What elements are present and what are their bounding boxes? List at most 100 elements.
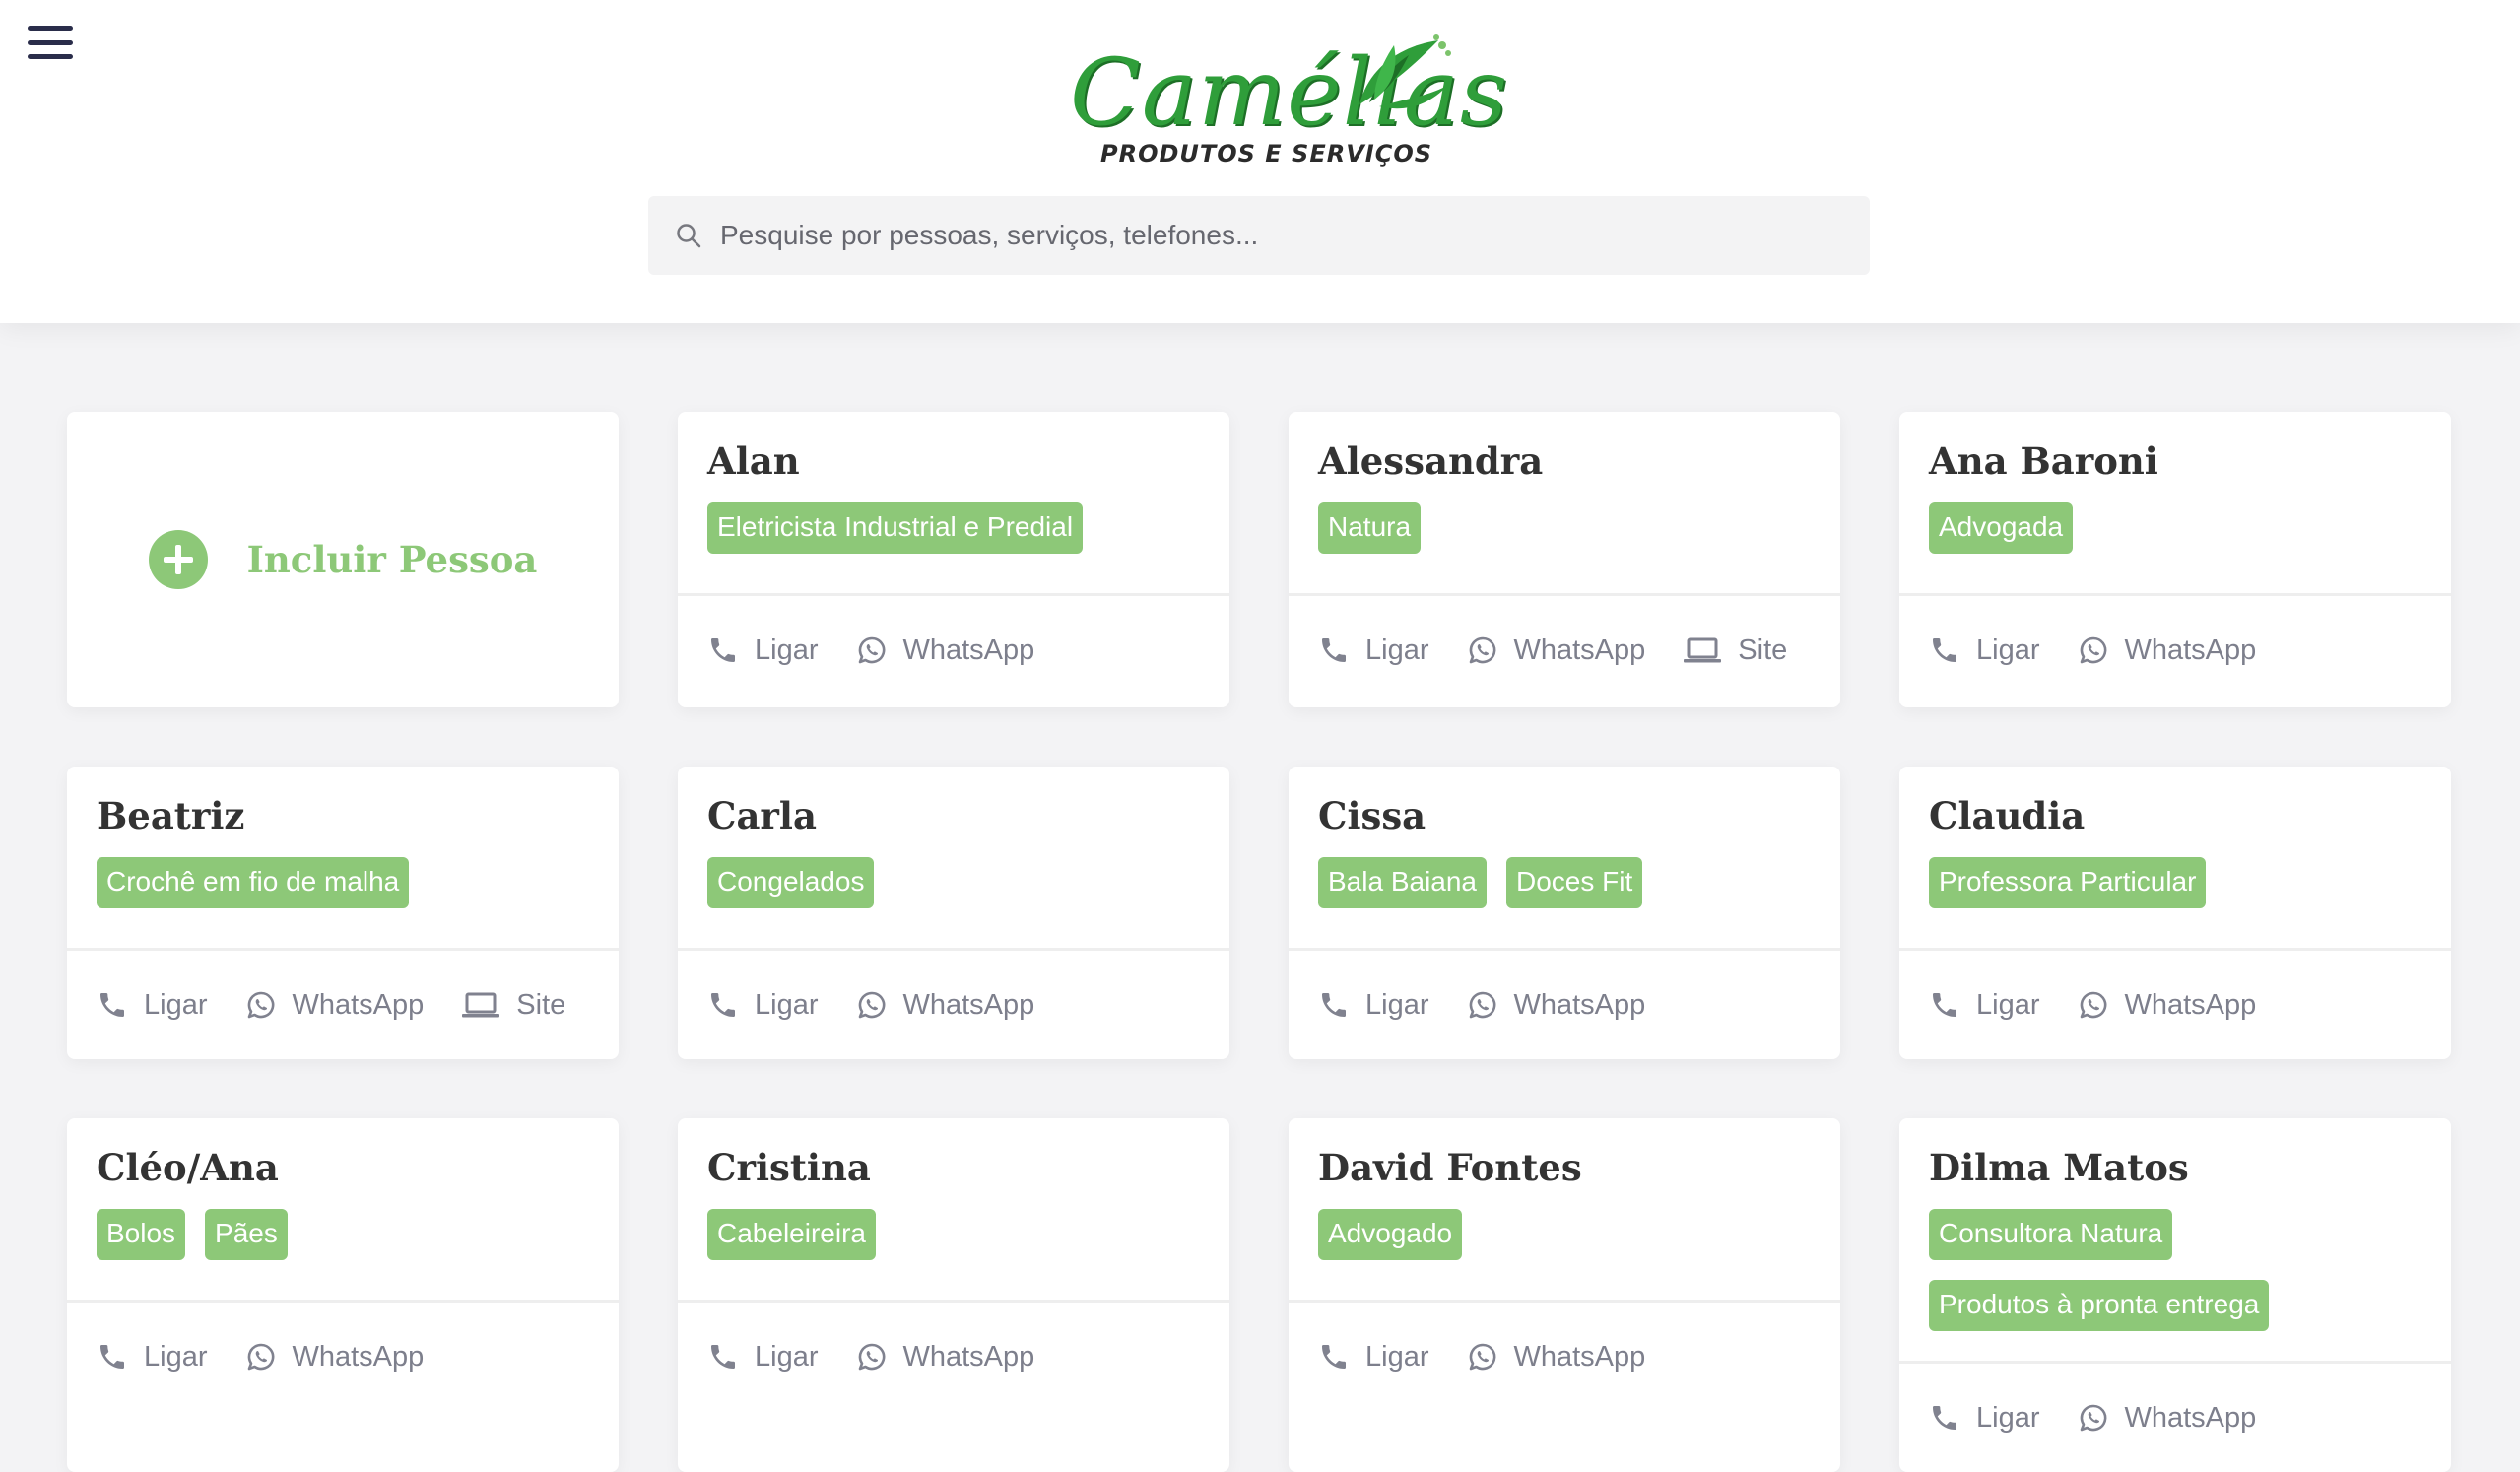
call-label: Ligar xyxy=(144,988,208,1021)
person-card[interactable]: Cissa Bala Baiana Doces Fit Ligar WhatsAp… xyxy=(1289,767,1840,1059)
whatsapp-button[interactable]: WhatsApp xyxy=(2078,988,2257,1022)
whatsapp-icon xyxy=(2080,636,2106,664)
phone-icon xyxy=(711,638,735,662)
service-tag: Natura xyxy=(1318,502,1422,554)
call-label: Ligar xyxy=(1976,988,2040,1021)
card-actions: Ligar WhatsApp xyxy=(1289,1300,1840,1411)
call-button[interactable]: Ligar xyxy=(707,989,819,1022)
service-tag: Professora Particular xyxy=(1929,857,2207,908)
service-tag: Consultora Natura xyxy=(1929,1209,2173,1260)
card-actions: Ligar WhatsApp Site xyxy=(67,948,619,1059)
whatsapp-label: WhatsApp xyxy=(292,1340,425,1372)
person-name: Ana Baroni xyxy=(1929,439,2158,483)
whatsapp-label: WhatsApp xyxy=(2124,988,2257,1021)
search-input[interactable] xyxy=(720,196,1843,275)
service-tag: Bolos xyxy=(97,1209,186,1260)
card-actions: Ligar WhatsApp xyxy=(1899,1361,2451,1472)
tag-list: Cabeleireira xyxy=(707,1209,1200,1260)
card-actions: Ligar WhatsApp xyxy=(1899,593,2451,704)
menu-icon[interactable] xyxy=(28,26,73,59)
whatsapp-button[interactable]: WhatsApp xyxy=(245,989,424,1022)
person-card[interactable]: Ana Baroni Advogada Ligar WhatsApp xyxy=(1899,412,2451,707)
tag-list: Bolos Pães xyxy=(97,1209,589,1260)
person-card[interactable]: David Fontes Advogado Ligar WhatsApp xyxy=(1289,1118,1840,1472)
whatsapp-icon xyxy=(1469,636,1495,664)
person-card[interactable]: Dilma Matos Consultora Natura Produtos à … xyxy=(1899,1118,2451,1472)
site-button[interactable]: Site xyxy=(461,989,565,1022)
service-tag: Advogado xyxy=(1318,1209,1463,1260)
call-button[interactable]: Ligar xyxy=(1318,635,1429,667)
whatsapp-label: WhatsApp xyxy=(902,988,1035,1021)
call-button[interactable]: Ligar xyxy=(1929,635,2040,667)
call-label: Ligar xyxy=(1365,988,1429,1021)
people-grid: Incluir Pessoa Alan Eletricista Industri… xyxy=(67,412,2451,1472)
phone-icon xyxy=(100,993,124,1017)
call-label: Ligar xyxy=(755,634,819,666)
search-bar[interactable] xyxy=(648,196,1870,275)
site-label: Site xyxy=(516,988,566,1021)
card-actions: Ligar WhatsApp xyxy=(67,1300,619,1411)
whatsapp-label: WhatsApp xyxy=(1513,634,1646,666)
site-button[interactable]: Site xyxy=(1683,635,1787,667)
whatsapp-button[interactable]: WhatsApp xyxy=(1467,634,1646,667)
call-button[interactable]: Ligar xyxy=(707,635,819,667)
call-button[interactable]: Ligar xyxy=(1318,1341,1429,1373)
card-actions: Ligar WhatsApp xyxy=(678,593,1229,704)
person-card[interactable]: Cristina Cabeleireira Ligar WhatsApp xyxy=(678,1118,1229,1472)
whatsapp-label: WhatsApp xyxy=(1513,988,1646,1021)
whatsapp-label: WhatsApp xyxy=(2124,634,2257,666)
logo[interactable]: Camélias PRODUTOS E SERVIÇOS xyxy=(1064,22,1507,174)
call-button[interactable]: Ligar xyxy=(97,1341,208,1373)
phone-icon xyxy=(711,1345,735,1369)
card-actions: Ligar WhatsApp xyxy=(678,1300,1229,1411)
person-name: Beatriz xyxy=(97,794,245,837)
person-name: Carla xyxy=(707,794,817,837)
whatsapp-button[interactable]: WhatsApp xyxy=(856,988,1035,1022)
whatsapp-icon xyxy=(1469,991,1495,1019)
service-tag: Produtos à pronta entrega xyxy=(1929,1280,2270,1331)
person-card[interactable]: Beatriz Crochê em fio de malha Ligar Wha… xyxy=(67,767,619,1059)
add-person-card[interactable]: Incluir Pessoa xyxy=(67,412,619,707)
tag-list: Bala Baiana Doces Fit xyxy=(1318,857,1811,908)
whatsapp-button[interactable]: WhatsApp xyxy=(245,1340,425,1373)
call-button[interactable]: Ligar xyxy=(1318,989,1429,1022)
person-card[interactable]: Cléo/Ana Bolos Pães Ligar WhatsApp xyxy=(67,1118,619,1472)
whatsapp-label: WhatsApp xyxy=(1513,1340,1646,1372)
tag-list: Advogado xyxy=(1318,1209,1811,1260)
call-button[interactable]: Ligar xyxy=(97,989,208,1022)
service-tag: Cabeleireira xyxy=(707,1209,876,1260)
whatsapp-button[interactable]: WhatsApp xyxy=(1467,988,1646,1022)
call-button[interactable]: Ligar xyxy=(707,1341,819,1373)
whatsapp-icon xyxy=(858,991,885,1019)
call-label: Ligar xyxy=(755,988,819,1021)
card-actions: Ligar WhatsApp xyxy=(678,948,1229,1059)
whatsapp-button[interactable]: WhatsApp xyxy=(1467,1340,1646,1373)
call-label: Ligar xyxy=(755,1340,819,1372)
call-button[interactable]: Ligar xyxy=(1929,1402,2040,1435)
whatsapp-icon xyxy=(2080,1404,2106,1432)
phone-icon xyxy=(711,993,735,1017)
card-actions: Ligar WhatsApp xyxy=(1289,948,1840,1059)
whatsapp-icon xyxy=(247,991,274,1019)
service-tag: Doces Fit xyxy=(1506,857,1643,908)
laptop-icon xyxy=(1684,637,1722,663)
tag-list: Consultora Natura Produtos à pronta entre… xyxy=(1929,1209,2421,1331)
tag-list: Natura xyxy=(1318,502,1811,554)
whatsapp-button[interactable]: WhatsApp xyxy=(856,1341,1034,1373)
call-button[interactable]: Ligar xyxy=(1929,989,2040,1022)
whatsapp-button[interactable]: WhatsApp xyxy=(2078,1401,2257,1435)
call-label: Ligar xyxy=(1976,1401,2040,1434)
whatsapp-icon xyxy=(2080,991,2106,1019)
tag-list: Congelados xyxy=(707,857,1200,908)
person-card[interactable]: Claudia Professora Particular Ligar What… xyxy=(1899,767,2451,1059)
call-label: Ligar xyxy=(1365,634,1429,666)
person-card[interactable]: Carla Congelados Ligar WhatsApp xyxy=(678,767,1229,1059)
phone-icon xyxy=(1322,1345,1346,1369)
phone-icon xyxy=(1933,638,1956,662)
whatsapp-button[interactable]: WhatsApp xyxy=(2078,634,2257,667)
whatsapp-label: WhatsApp xyxy=(2124,1401,2257,1434)
whatsapp-button[interactable]: WhatsApp xyxy=(856,635,1034,667)
header: Camélias PRODUTOS E SERVIÇOS xyxy=(0,0,2520,323)
person-card[interactable]: Alan Eletricista Industrial e Predial Li… xyxy=(678,412,1229,707)
person-card[interactable]: Alessandra Natura Ligar WhatsApp Site xyxy=(1289,412,1840,707)
